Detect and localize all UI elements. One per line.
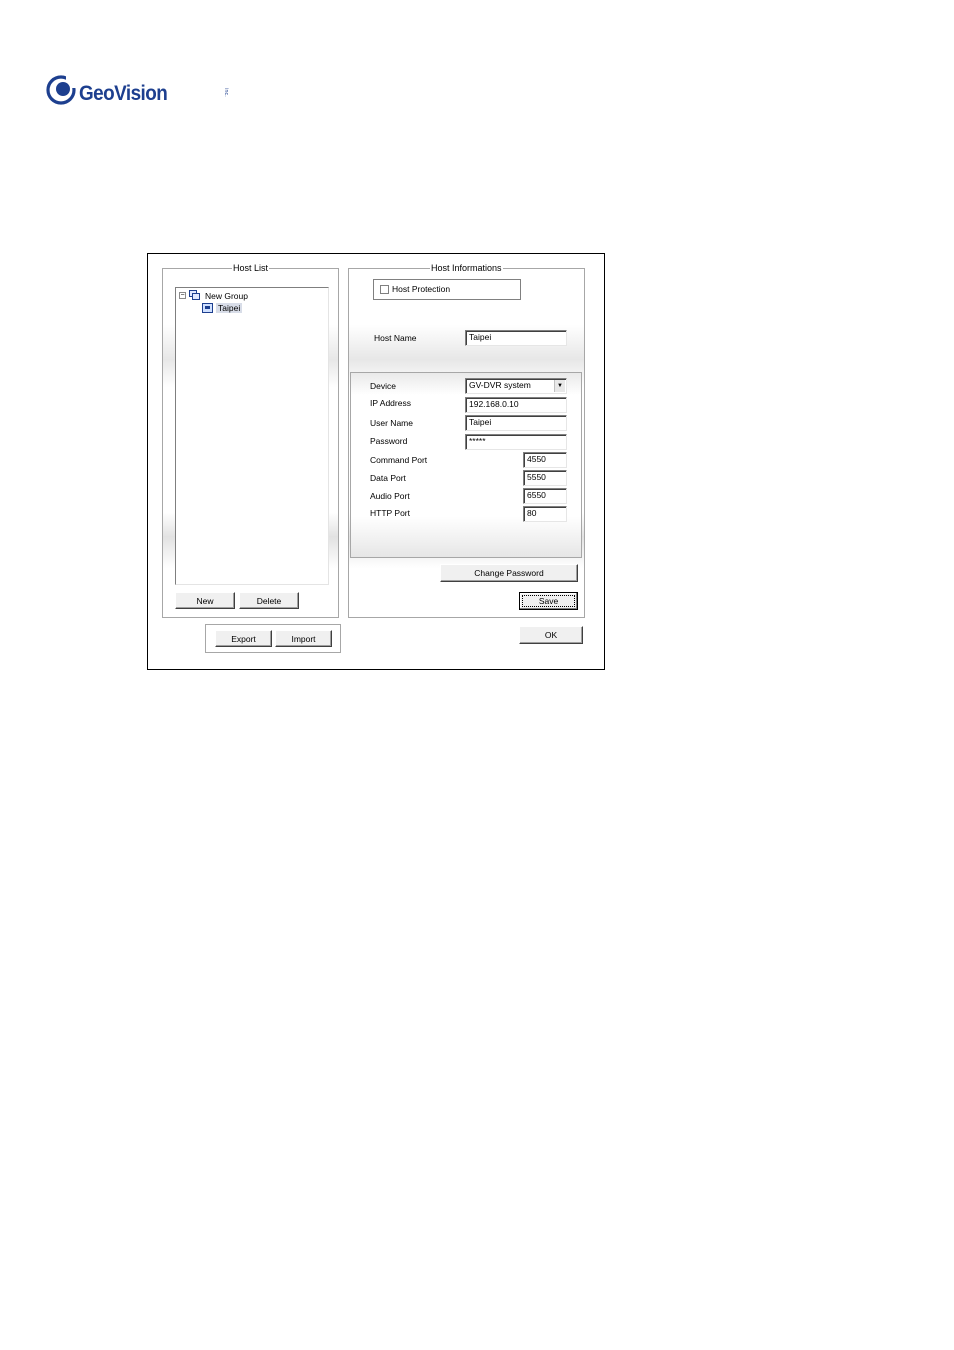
ip-address-label: IP Address: [370, 398, 411, 408]
new-button[interactable]: New: [175, 592, 235, 609]
host-protection-box: Host Protection: [373, 279, 521, 300]
audio-port-input[interactable]: 6550: [523, 488, 567, 504]
host-dialog: Host List − New Group Taipei New Delete …: [147, 253, 605, 670]
brand-name: GeoVision: [79, 82, 168, 105]
host-info-panel: Host Informations Host Protection Host N…: [348, 262, 585, 618]
host-name-label: Host Name: [374, 333, 417, 343]
change-password-button[interactable]: Change Password: [440, 564, 578, 582]
tree-item-new-group[interactable]: − New Group: [179, 290, 248, 301]
tree-item-label: Taipei: [216, 303, 243, 313]
host-name-input[interactable]: Taipei: [465, 330, 567, 346]
host-icon: [202, 303, 213, 313]
chevron-down-icon[interactable]: ▼: [554, 380, 565, 392]
data-port-label: Data Port: [370, 473, 406, 483]
device-label: Device: [370, 381, 396, 391]
host-protection-checkbox[interactable]: [380, 285, 389, 294]
tree-item-taipei[interactable]: Taipei: [202, 303, 243, 313]
export-import-group: Export Import: [205, 624, 341, 653]
geovision-logo-icon: [46, 75, 78, 105]
user-name-input[interactable]: Taipei: [465, 415, 567, 431]
user-name-label: User Name: [370, 418, 413, 428]
tree-item-label: New Group: [205, 290, 248, 301]
device-select-value: GV-DVR system: [469, 380, 531, 390]
host-list-panel: Host List − New Group Taipei New Delete: [162, 262, 339, 618]
password-input[interactable]: *****: [465, 434, 567, 450]
host-protection-label: Host Protection: [392, 284, 451, 294]
connection-group: Device GV-DVR system ▼ IP Address 192.16…: [350, 372, 582, 558]
ip-address-input[interactable]: 192.168.0.10: [465, 397, 567, 413]
ok-button[interactable]: OK: [519, 626, 583, 644]
group-icon: [189, 290, 201, 301]
command-port-label: Command Port: [370, 455, 428, 465]
delete-button[interactable]: Delete: [239, 592, 299, 609]
http-port-input[interactable]: 80: [523, 506, 567, 522]
host-info-legend: Host Informations: [430, 262, 503, 274]
import-button[interactable]: Import: [275, 630, 332, 647]
device-select[interactable]: GV-DVR system ▼: [465, 378, 567, 394]
command-port-input[interactable]: 4550: [523, 452, 567, 468]
save-button[interactable]: Save: [519, 592, 578, 610]
collapse-icon[interactable]: −: [179, 292, 186, 299]
host-list-legend: Host List: [232, 262, 270, 274]
http-port-label: HTTP Port: [370, 508, 410, 518]
save-button-label: Save: [522, 595, 575, 607]
host-tree[interactable]: − New Group Taipei: [175, 287, 329, 585]
export-button[interactable]: Export: [215, 630, 272, 647]
brand-tm: inc.: [223, 88, 229, 97]
audio-port-label: Audio Port: [370, 491, 410, 501]
password-label: Password: [370, 436, 408, 446]
data-port-input[interactable]: 5550: [523, 470, 567, 486]
